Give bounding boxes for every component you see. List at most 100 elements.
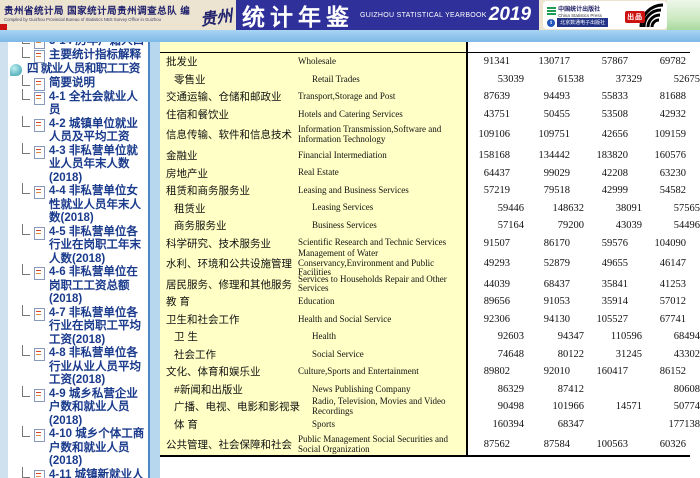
header-green-fill <box>667 0 700 30</box>
sidebar-item-label: 简要说明 <box>49 77 148 91</box>
table-row: 文化、体育和娱乐业 Culture,Sports and Entertainme… <box>160 363 690 381</box>
value-cell: 91053 <box>510 296 570 307</box>
value-cell: 89802 <box>466 366 510 377</box>
sidebar-item[interactable]: 4-7 非私营单位各行业在岗职工平均工资(2018) <box>8 307 148 348</box>
document-icon <box>34 119 45 132</box>
sidebar-item[interactable]: 4-3 非私营单位就业人员年末人数(2018) <box>8 145 148 186</box>
value-cell: 46147 <box>628 258 686 269</box>
value-cell: 101966 <box>524 401 584 412</box>
value-cell: 35841 <box>570 279 628 290</box>
industry-name-cn: 信息传输、软件和信息技术服务业 <box>160 127 292 142</box>
app-window: 贵州省统计局 国家统计局贵州调查总队 编 Compiled by Guizhou… <box>0 0 700 478</box>
document-icon <box>34 348 45 361</box>
value-cell: 79518 <box>510 185 570 196</box>
table-row: 卫生和社会工作 Health and Social Service 92306 … <box>160 311 690 329</box>
table-row: 住宿和餐饮业 Hotels and Catering Services 4375… <box>160 106 690 124</box>
sidebar-item[interactable]: 4-4 非私营单位女性就业人员年末人数(2018) <box>8 185 148 226</box>
value-cell: 87584 <box>510 439 570 450</box>
red-corner-chip <box>0 24 7 30</box>
value-cell: 59576 <box>570 238 628 249</box>
content-area: 批发业 Wholesale 91341 130717 57867 69782 零… <box>150 42 700 478</box>
industry-name-cn: 批发业 <box>160 54 292 69</box>
value-cell: 158168 <box>466 150 510 161</box>
industry-name-en: Radio, Television, Movies and Video Reco… <box>300 397 480 416</box>
industry-name-en: Business Services <box>300 221 480 231</box>
sidebar-item[interactable]: 简要说明 <box>8 77 148 91</box>
document-icon <box>34 470 45 478</box>
table-row: 居民服务、修理和其他服务业 Services to Households Rep… <box>160 276 690 294</box>
industry-name-cn: 社会工作 <box>160 347 300 362</box>
table-row: 水利、环境和公共设施管理业 Management of Water Conser… <box>160 252 690 276</box>
sidebar-item[interactable]: 4-8 非私营单位各行业从业人员平均工资(2018) <box>8 347 148 388</box>
value-cell: 87562 <box>466 439 510 450</box>
document-icon <box>34 186 45 199</box>
sidebar-item[interactable]: 主要统计指标解释 <box>8 49 148 63</box>
industry-name-en: Services to Households Repair and Other … <box>292 275 466 294</box>
value-cell: 160394 <box>480 419 524 430</box>
document-icon <box>34 92 45 105</box>
table-row: 公共管理、社会保障和社会组织 Public Management Social … <box>160 433 690 457</box>
industry-name-en: Scientific Research and Technic Services <box>292 238 466 248</box>
industry-name-cn: 居民服务、修理和其他服务业 <box>160 277 292 292</box>
industry-name-cn: 交通运输、仓储和邮政业 <box>160 89 292 104</box>
sidebar-item[interactable]: 4-10 城乡个体工商户数和就业人员(2018) <box>8 428 148 469</box>
sidebar-item[interactable]: 3-14 历年户籍人口 <box>8 42 148 49</box>
value-cell: 57164 <box>480 220 524 231</box>
tree-branch-icon <box>22 226 34 239</box>
yearbook-year: 2019 <box>489 4 531 26</box>
value-cell: 44039 <box>466 279 510 290</box>
value-cell: 94493 <box>510 91 570 102</box>
industry-name-en: Leasing and Business Services <box>292 186 466 196</box>
sidebar-item[interactable]: 4-2 城镇单位就业人员及平均工资 <box>8 118 148 145</box>
industry-name-en: Sports <box>300 420 480 430</box>
sidebar-item[interactable]: 4-9 城乡私营企业户数和就业人员(2018) <box>8 388 148 429</box>
value-cell: 134442 <box>510 150 570 161</box>
value-cell: 69782 <box>628 56 686 67</box>
value-cell: 60326 <box>628 439 686 450</box>
industry-name-cn: 房地产业 <box>160 166 292 181</box>
value-cell: 100563 <box>570 439 628 450</box>
industry-name-en: Information Transmission,Software and In… <box>292 125 466 144</box>
value-cell: 54496 <box>642 220 700 231</box>
table-row: 租赁和商务服务业 Leasing and Business Services 5… <box>160 182 690 200</box>
value-cell: 54582 <box>628 185 686 196</box>
sidebar-item[interactable]: 四 就业人员和职工工资 <box>8 63 148 77</box>
document-icon <box>34 146 45 159</box>
value-cell: 57219 <box>466 185 510 196</box>
value-cell: 42656 <box>570 129 628 140</box>
value-cell: 94347 <box>524 331 584 342</box>
sidebar-item-label: 4-3 非私营单位就业人员年末人数(2018) <box>49 145 148 186</box>
value-cell: 14571 <box>584 401 642 412</box>
value-cell: 49655 <box>570 258 628 269</box>
sidebar-item[interactable]: 4-1 全社会就业人员 <box>8 91 148 118</box>
industry-name-en: Education <box>292 297 466 307</box>
data-table: 批发业 Wholesale 91341 130717 57867 69782 零… <box>160 42 690 457</box>
table-row: 信息传输、软件和信息技术服务业 Information Transmission… <box>160 123 690 147</box>
value-cell: 90498 <box>480 401 524 412</box>
content-gutter <box>150 42 160 478</box>
industry-name-en: Health <box>300 332 480 342</box>
industry-name-cn: 文化、体育和娱乐业 <box>160 364 292 379</box>
value-cell: 38091 <box>584 203 642 214</box>
tree-branch-icon <box>22 145 34 158</box>
industry-name-en: Wholesale <box>292 57 466 67</box>
industry-name-en: Social Service <box>300 350 480 360</box>
value-cell: 91507 <box>466 238 510 249</box>
industry-name-cn: 金融业 <box>160 148 292 163</box>
tree-branch-icon <box>22 118 34 131</box>
table-row: 房地产业 Real Estate 64437 99029 42208 63230 <box>160 164 690 182</box>
value-cell: 50455 <box>510 109 570 120</box>
sidebar-item[interactable]: 4-6 非私营单位在岗职工工资总额(2018) <box>8 266 148 307</box>
sidebar-item[interactable]: 4-11 城镇新就业人数和失业人数 <box>8 469 148 478</box>
tree-branch-icon <box>22 469 34 478</box>
value-cell: 91341 <box>466 56 510 67</box>
value-cell: 160417 <box>570 366 628 377</box>
value-cell: 87412 <box>524 384 584 395</box>
value-cell: 86152 <box>628 366 686 377</box>
industry-name-cn: 租赁和商务服务业 <box>160 183 292 198</box>
sidebar-item[interactable]: 4-5 非私营单位各行业在岗职工年末人数(2018) <box>8 226 148 267</box>
bureau-title-en: Compiled by Guizhou Provincial Bureau of… <box>4 17 190 22</box>
value-cell: 109159 <box>628 129 686 140</box>
industry-name-en: Culture,Sports and Entertainment <box>292 367 466 377</box>
region-calligraphy: 贵州 <box>199 2 239 37</box>
